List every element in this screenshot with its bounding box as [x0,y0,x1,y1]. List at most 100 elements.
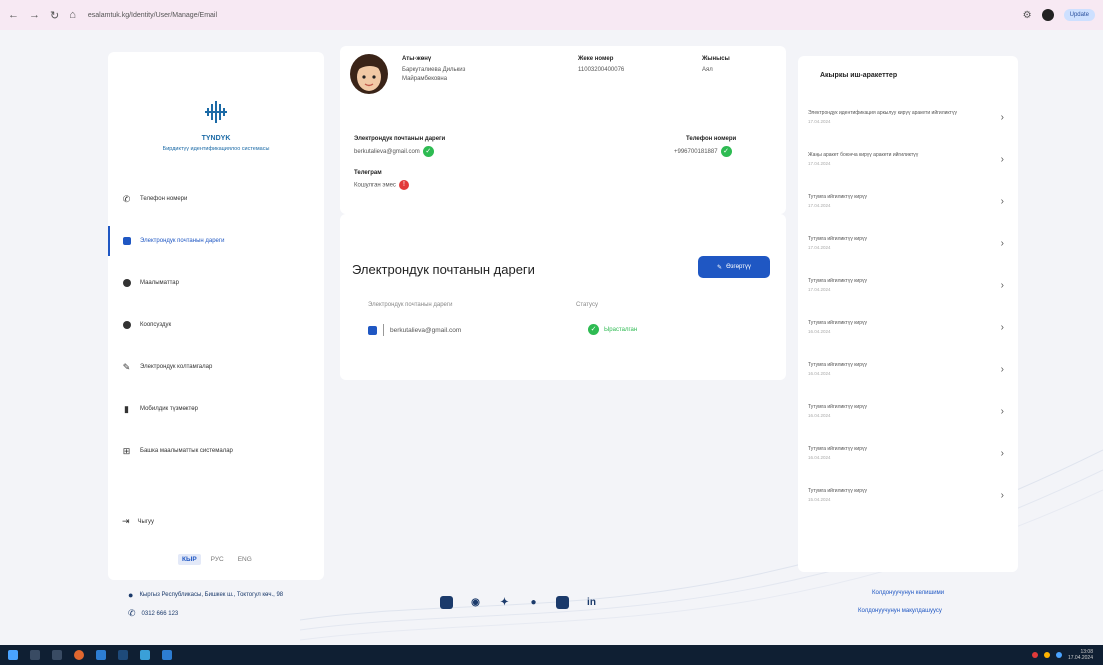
lang-eng[interactable]: ENG [234,554,256,565]
user-agreement-link[interactable]: Колдонуучунун келишими [872,590,944,596]
reload-icon[interactable]: ↻ [50,9,59,22]
home-icon[interactable]: ⌂ [69,9,76,22]
email-value-row: berkutalieva@gmail.com ✓ [354,146,434,157]
footer-phone[interactable]: ✆ 0312 666 123 [128,608,178,619]
email-row-value: berkutalieva@gmail.com [390,326,462,334]
list-item[interactable]: Тутумга ийгиликтүү кирүү 17.04.2024 › [798,180,1018,222]
chevron-right-icon: › [1000,321,1004,333]
not-connected-icon: ! [398,180,409,190]
action-date: 17.04.2024 [808,119,831,124]
action-name: Тутумга ийгиликтүү кирүү [808,404,867,410]
sidebar-item-phone[interactable]: ✆ Телефон номери [108,178,324,220]
location-icon: ● [128,590,134,600]
instagram-icon[interactable] [440,596,453,609]
telegram-value: Кошулган эмес [354,182,396,189]
list-item[interactable]: Тутумга ийгиликтүү кирүү 16.04.2024 › [798,432,1018,474]
edit-email-button[interactable]: ✎ Өзгөртүү [698,256,770,278]
sidebar-item-label: Телефон номери [140,196,188,202]
email-icon [122,237,131,246]
clock[interactable]: 13:08 17.04.2024 [1068,649,1093,661]
col-email-header: Электрондук почтанын дареги [368,302,453,308]
list-item[interactable]: Тутумга ийгиликтүү кирүү 17.04.2024 › [798,222,1018,264]
chevron-right-icon: › [1000,405,1004,417]
user-avatar [350,54,388,94]
email-checkbox[interactable] [368,325,377,335]
profile-avatar[interactable] [1041,9,1054,21]
search-icon[interactable] [30,650,40,660]
sidebar-item-mobile[interactable]: ▮ Мобилдик түзмөктөр [108,388,324,430]
youtube-icon[interactable] [556,596,569,609]
sidebar-item-info[interactable]: Маалыматтар [108,262,324,304]
forward-icon[interactable]: → [29,9,40,22]
tray-icon[interactable] [1043,652,1050,658]
chevron-right-icon: › [1000,447,1004,459]
email-card-title: Электрондук почтанын дареги [352,262,535,277]
name-value: Баркуталиева Дилькиз Майрамбековна [402,67,466,82]
windows-start-icon[interactable] [8,650,18,660]
tray-icon[interactable] [1055,652,1062,658]
logout-link[interactable]: ⇥ Чыгуу [122,516,154,527]
footer-address: ● Кыргыз Республикасы, Бишкек ш., Токтог… [128,590,283,600]
recent-actions-title: Акыркы иш-аракеттер [820,72,898,79]
lang-rus[interactable]: РУС [207,554,228,565]
phone-icon: ✆ [128,608,136,618]
action-date: 16.04.2024 [808,329,831,334]
twitter-icon[interactable]: ✦ [498,596,511,609]
telegram-icon[interactable]: ◉ [469,596,482,609]
phone-label: Телефон номери [686,136,737,142]
app-icon[interactable] [118,650,128,660]
action-date: 17.04.2024 [808,161,831,166]
lang-kyr[interactable]: КЫР [178,554,201,565]
facebook-icon[interactable]: ● [527,596,540,609]
list-item[interactable]: Тутумга ийгиликтүү кирүү 17.04.2024 › [798,264,1018,306]
phone-text: 0312 666 123 [141,610,179,617]
task-view-icon[interactable] [52,650,62,660]
action-name: Жаңы аракет боюнча кирүү аракети ийгилик… [808,152,919,158]
linkedin-icon[interactable]: in [585,596,598,609]
browser-icon[interactable] [74,650,84,660]
brand-subtitle: Бирдиктүү идентификациялоо системасы [162,146,270,152]
list-item[interactable]: Жаңы аракет боюнча кирүү аракети ийгилик… [798,138,1018,180]
edit-email-label: Өзгөртүү [726,264,751,270]
extension-icon[interactable]: ⚙ [1023,10,1032,21]
action-date: 17.04.2024 [808,203,831,208]
action-name: Тутумга ийгиликтүү кирүү [808,488,867,494]
grid-icon: ⊞ [122,445,131,456]
list-item[interactable]: Тутумга ийгиликтүү кирүү 16.04.2024 › [798,306,1018,348]
tray-icon[interactable] [1031,652,1038,658]
logout-icon: ⇥ [122,516,130,526]
list-item[interactable]: Тутумга ийгиликтүү кирүү 16.04.2024 › [798,390,1018,432]
user-consent-link[interactable]: Колдонуучунун макулдашуусу [858,608,942,614]
list-item[interactable]: Тутумга ийгиликтүү кирүү 15.04.2024 › [798,474,1018,516]
app-icon[interactable] [162,650,172,660]
action-date: 16.04.2024 [808,413,831,418]
app-icon[interactable] [96,650,106,660]
language-switcher: КЫР РУС ENG [178,554,256,565]
address-bar[interactable]: esalamtuk.kg/Identity/User/Manage/Email [88,12,1023,19]
sidebar-item-label: Башка маалыматтык системалар [140,448,233,454]
browser-update-button[interactable]: Update [1063,9,1095,21]
action-name: Тутумга ийгиликтүү кирүү [808,194,867,200]
mobile-icon: ▮ [124,403,129,414]
sidebar-item-email[interactable]: Электрондук почтанын дареги [108,220,324,262]
action-name: Тутумга ийгиликтүү кирүү [808,236,867,242]
phone-icon: ✆ [122,193,131,204]
divider [383,324,384,336]
sidebar: TYNDYK Бирдиктүү идентификациялоо систем… [108,52,324,580]
security-icon [122,321,131,330]
sidebar-menu: ✆ Телефон номери Электрондук почтанын да… [108,178,324,472]
action-date: 15.04.2024 [808,497,831,502]
list-item[interactable]: Электрондук идентификация аркылуу кирүү … [798,96,1018,138]
sidebar-item-systems[interactable]: ⊞ Башка маалыматтык системалар [108,430,324,472]
signature-icon: ✎ [122,361,131,372]
action-date: 16.04.2024 [808,455,831,460]
back-icon[interactable]: ← [8,9,19,22]
sidebar-item-signatures[interactable]: ✎ Электрондук колтамгалар [108,346,324,388]
verified-icon: ✓ [720,146,732,157]
verified-icon: ✓ [422,146,434,157]
list-item[interactable]: Тутумга ийгиликтүү кирүү 16.04.2024 › [798,348,1018,390]
sidebar-item-security[interactable]: Коопсуздук [108,304,324,346]
verified-icon: ✓ [588,324,599,335]
app-icon[interactable] [140,650,150,660]
sidebar-item-label: Электрондук колтамгалар [140,364,213,370]
